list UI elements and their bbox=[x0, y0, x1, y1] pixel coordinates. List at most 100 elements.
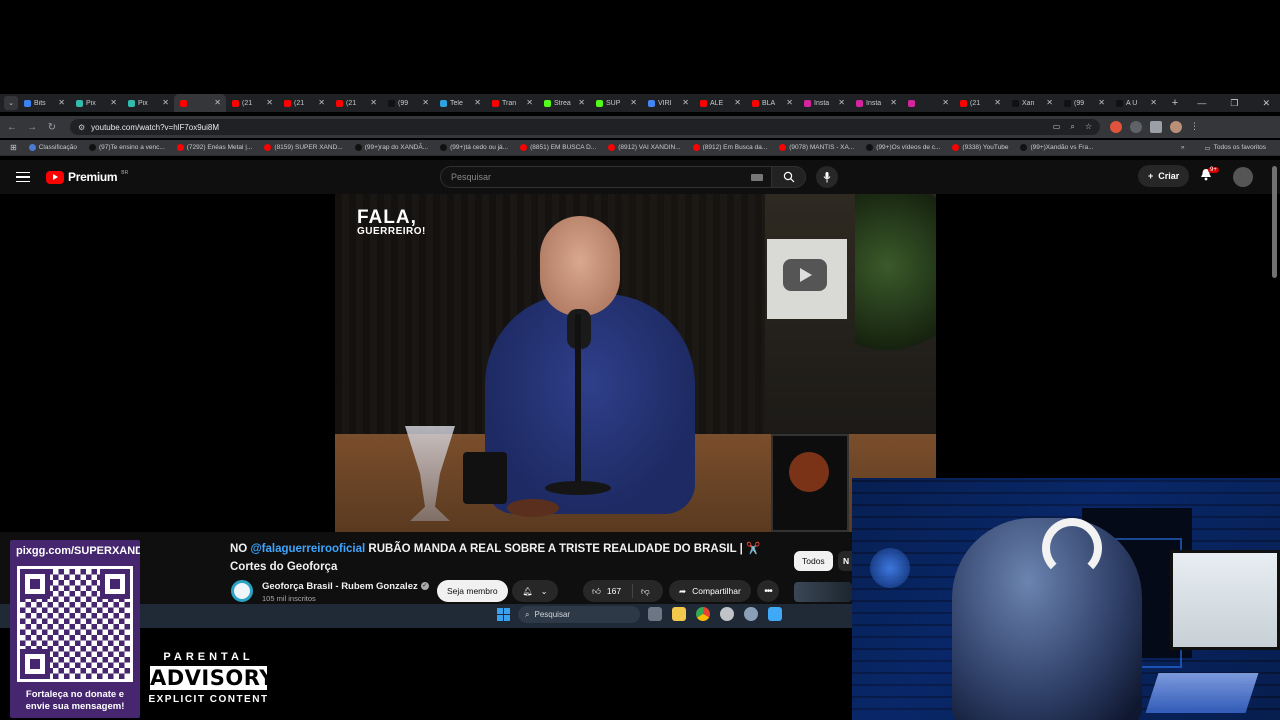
browser-tab[interactable]: ALE ✕ bbox=[694, 94, 746, 112]
tab-close-icon[interactable]: ✕ bbox=[838, 98, 845, 107]
profile-avatar[interactable] bbox=[1170, 121, 1182, 133]
app-icon[interactable] bbox=[768, 607, 782, 621]
channel-avatar[interactable] bbox=[231, 580, 253, 602]
share-button[interactable]: ➦ Compartilhar bbox=[669, 580, 751, 602]
maximize-icon[interactable]: ❐ bbox=[1230, 98, 1238, 109]
tab-close-icon[interactable]: ✕ bbox=[630, 98, 637, 107]
tab-close-icon[interactable]: ✕ bbox=[318, 98, 325, 107]
browser-tab[interactable]: A Ú ✕ bbox=[1110, 94, 1162, 112]
tab-close-icon[interactable]: ✕ bbox=[942, 98, 949, 107]
back-icon[interactable]: ← bbox=[2, 122, 22, 133]
browser-tab[interactable]: Pix ✕ bbox=[122, 94, 174, 112]
hamburger-menu-icon[interactable] bbox=[16, 171, 30, 183]
menu-kebab-icon[interactable]: ⋮ bbox=[1190, 121, 1199, 133]
app-icon[interactable] bbox=[720, 607, 734, 621]
bookmark-item[interactable]: (99+)Os vídeos de c... bbox=[860, 144, 946, 151]
settings-icon[interactable] bbox=[744, 607, 758, 621]
browser-tab[interactable]: BLA ✕ bbox=[746, 94, 798, 112]
account-avatar[interactable] bbox=[1233, 167, 1253, 187]
taskbar-search[interactable]: ⌕ Pesquisar bbox=[518, 606, 640, 623]
bookmark-item[interactable]: (8912) Em Busca da... bbox=[687, 144, 774, 151]
browser-tab[interactable]: Tran ✕ bbox=[486, 94, 538, 112]
browser-tab[interactable]: (99 ✕ bbox=[382, 94, 434, 112]
subscription-bell-button[interactable]: 🔔︎ ⌄ bbox=[512, 580, 558, 602]
minimize-icon[interactable]: — bbox=[1197, 98, 1206, 109]
browser-tab[interactable]: Insta ✕ bbox=[798, 94, 850, 112]
bookmark-star-icon[interactable]: ☆ bbox=[1085, 122, 1092, 132]
search-button[interactable] bbox=[772, 166, 806, 188]
bookmark-item[interactable]: (9078) MANTIS - XA... bbox=[773, 144, 860, 151]
more-actions-button[interactable]: ••• bbox=[757, 580, 779, 602]
tab-close-icon[interactable]: ✕ bbox=[422, 98, 429, 107]
tab-close-icon[interactable]: ✕ bbox=[734, 98, 741, 107]
browser-tab[interactable]: (21 ✕ bbox=[226, 94, 278, 112]
voice-search-button[interactable] bbox=[816, 166, 838, 188]
browser-tab[interactable]: (99 ✕ bbox=[1058, 94, 1110, 112]
tab-close-icon[interactable]: ✕ bbox=[58, 98, 65, 107]
apps-grid-icon[interactable]: ⊞ bbox=[0, 143, 23, 152]
tab-close-icon[interactable]: ✕ bbox=[474, 98, 481, 107]
browser-tab[interactable]: VIRI ✕ bbox=[642, 94, 694, 112]
bookmark-item[interactable]: (7292) Enéas Metal |... bbox=[171, 144, 259, 151]
keyboard-icon[interactable] bbox=[751, 173, 763, 181]
dislike-button[interactable]: 👎︎ bbox=[633, 586, 650, 597]
browser-tab[interactable]: Strea ✕ bbox=[538, 94, 590, 112]
browser-tab[interactable]: SUP ✕ bbox=[590, 94, 642, 112]
address-bar[interactable]: ⚙ youtube.com/watch?v=hlF7ox9ui8M ▭ ⌕ ☆ bbox=[70, 119, 1100, 135]
file-explorer-icon[interactable] bbox=[672, 607, 686, 621]
tab-close-icon[interactable]: ✕ bbox=[786, 98, 793, 107]
browser-tab[interactable]: (21 ✕ bbox=[954, 94, 1006, 112]
bookmark-item[interactable]: (97)Te ensino a venc... bbox=[83, 144, 171, 151]
tab-close-icon[interactable]: ✕ bbox=[1150, 98, 1157, 107]
bookmark-item[interactable]: (8912) VAI XANDIN... bbox=[602, 144, 686, 151]
cast-icon[interactable]: ▭ bbox=[1053, 122, 1061, 132]
reload-icon[interactable]: ↻ bbox=[42, 122, 62, 133]
browser-tab[interactable]: Xan ✕ bbox=[1006, 94, 1058, 112]
tab-close-icon[interactable]: ✕ bbox=[162, 98, 169, 107]
more-bookmarks-icon[interactable]: » bbox=[1181, 144, 1185, 152]
chip-all[interactable]: Todos bbox=[794, 551, 833, 571]
windows-start-icon[interactable] bbox=[497, 608, 510, 621]
extensions-puzzle-icon[interactable] bbox=[1150, 121, 1162, 133]
bookmark-item[interactable]: Classificação bbox=[23, 144, 83, 151]
close-window-icon[interactable]: ✕ bbox=[1262, 98, 1270, 109]
bookmark-item[interactable]: (8159) SUPER XAND... bbox=[258, 144, 348, 151]
tab-close-icon[interactable]: ✕ bbox=[1098, 98, 1105, 107]
join-membership-button[interactable]: Seja membro bbox=[437, 580, 508, 602]
create-button[interactable]: + Criar bbox=[1138, 165, 1190, 187]
task-view-icon[interactable] bbox=[648, 607, 662, 621]
tab-close-icon[interactable]: ✕ bbox=[110, 98, 117, 107]
bookmark-item[interactable]: (99+)Xandão vs Fra... bbox=[1014, 144, 1099, 151]
extension-icon[interactable] bbox=[1110, 121, 1122, 133]
chip-next[interactable]: N bbox=[838, 551, 852, 571]
browser-tab[interactable]: Tele ✕ bbox=[434, 94, 486, 112]
tab-close-icon[interactable]: ✕ bbox=[266, 98, 273, 107]
bookmark-item[interactable]: (8851) EM BUSCA D... bbox=[514, 144, 602, 151]
tab-close-icon[interactable]: ✕ bbox=[682, 98, 689, 107]
browser-tab[interactable]: (21 ✕ bbox=[330, 94, 382, 112]
browser-tab[interactable]: Pix ✕ bbox=[70, 94, 122, 112]
bookmark-item[interactable]: (99+)rap do XANDÃ... bbox=[349, 144, 434, 151]
tab-search-button[interactable]: ⌄ bbox=[4, 96, 18, 110]
browser-tab[interactable]: (21 ✕ bbox=[278, 94, 330, 112]
zoom-icon[interactable]: ⌕ bbox=[1070, 122, 1074, 132]
video-player[interactable]: FALA, GUERREIRO! bbox=[335, 194, 936, 532]
like-button[interactable]: 👍︎ 167 bbox=[583, 584, 633, 598]
tab-close-icon[interactable]: ✕ bbox=[1046, 98, 1053, 107]
channel-name[interactable]: Geoforça Brasil - Rubem Gonzalez ✓ bbox=[262, 581, 429, 592]
browser-tab[interactable]: ✕ bbox=[902, 94, 954, 112]
youtube-logo[interactable]: Premium BR bbox=[46, 170, 128, 184]
tab-close-icon[interactable]: ✕ bbox=[370, 98, 377, 107]
title-mention-link[interactable]: @falaguerreirooficial bbox=[250, 543, 365, 555]
forward-icon[interactable]: → bbox=[22, 122, 42, 133]
browser-tab[interactable]: Bits ✕ bbox=[18, 94, 70, 112]
search-input[interactable]: Pesquisar bbox=[440, 166, 772, 188]
chrome-icon[interactable] bbox=[696, 607, 710, 621]
tab-close-icon[interactable]: ✕ bbox=[526, 98, 533, 107]
page-scrollbar[interactable] bbox=[1272, 166, 1277, 278]
extension-icon[interactable] bbox=[1130, 121, 1142, 133]
new-tab-button[interactable]: + bbox=[1168, 97, 1182, 109]
browser-tab[interactable]: ✕ bbox=[174, 94, 226, 112]
tab-close-icon[interactable]: ✕ bbox=[890, 98, 897, 107]
bookmark-item[interactable]: (9338) YouTube bbox=[946, 144, 1014, 151]
